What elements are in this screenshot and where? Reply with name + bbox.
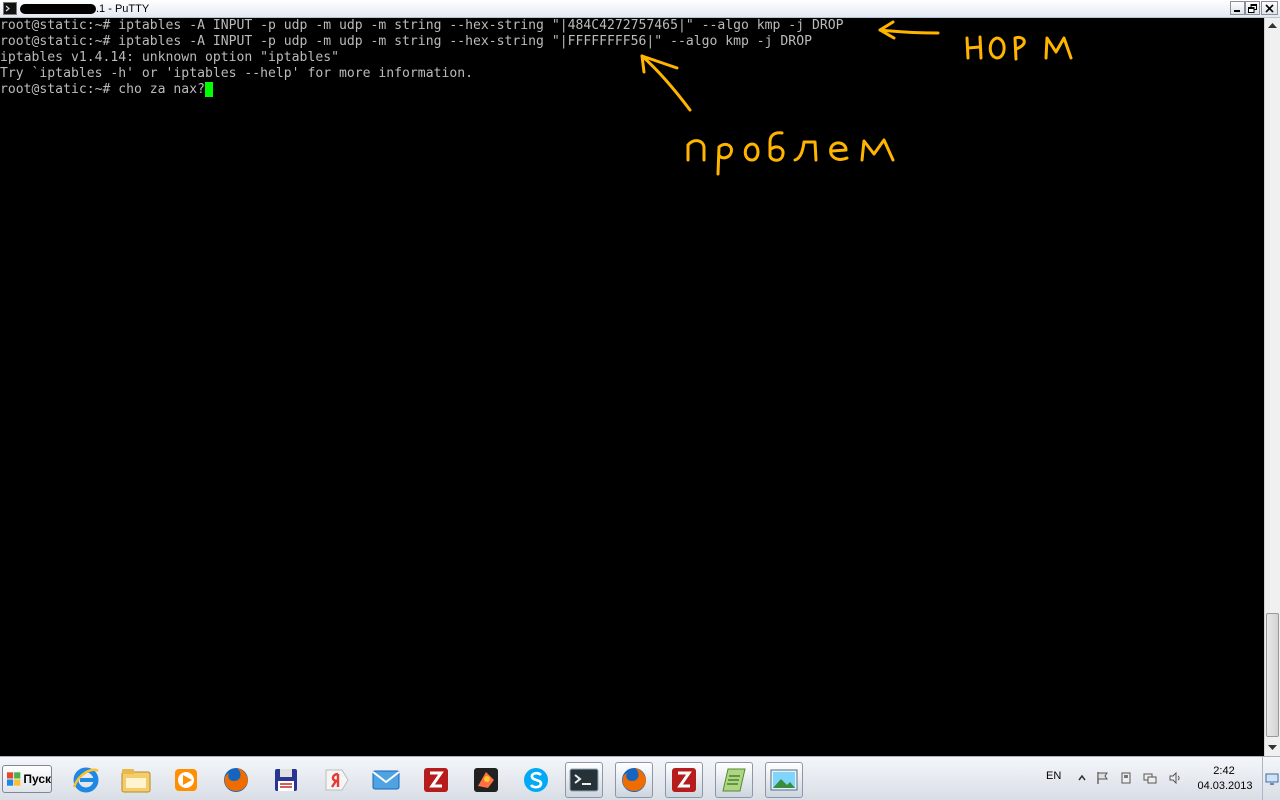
yandex-icon — [325, 769, 349, 791]
scroll-up-button[interactable] — [1265, 18, 1280, 34]
window-title: .1 - PuTTY — [96, 3, 150, 15]
taskbar-firefox-window[interactable] — [615, 762, 653, 798]
filezilla-icon — [672, 768, 696, 792]
taskbar-game-app[interactable] — [467, 762, 505, 798]
taskbar-filezilla-window[interactable] — [665, 762, 703, 798]
minimize-button[interactable] — [1230, 1, 1245, 15]
maximize-icon — [1248, 3, 1257, 13]
taskbar-mail[interactable] — [367, 762, 405, 798]
vertical-scrollbar[interactable] — [1264, 18, 1280, 756]
language-indicator[interactable]: EN — [1046, 770, 1061, 782]
terminal-prompt-line[interactable]: root@static:~# cho za nax? — [0, 82, 213, 98]
start-label: Пуск — [23, 772, 51, 786]
prompt-text: root@static:~# cho za nax? — [0, 82, 205, 97]
taskbar-media-player[interactable] — [167, 762, 205, 798]
terminal-output[interactable]: root@static:~# iptables -A INPUT -p udp … — [0, 18, 1264, 756]
notepad-icon — [722, 768, 746, 792]
file-explorer-icon — [121, 769, 151, 793]
terminal-line: Try `iptables -h' or 'iptables --help' f… — [0, 66, 473, 81]
tray-volume[interactable] — [1168, 771, 1182, 785]
scroll-down-button[interactable] — [1265, 740, 1280, 756]
minimize-icon — [1234, 9, 1240, 12]
taskbar-firefox[interactable] — [217, 762, 255, 798]
scroll-thumb[interactable] — [1266, 613, 1279, 737]
network-icon — [1143, 773, 1157, 784]
clock-time[interactable]: 2:42 — [1202, 765, 1246, 777]
skype-icon — [524, 768, 548, 792]
taskbar-skype[interactable] — [517, 762, 555, 798]
taskbar-notepad[interactable] — [715, 762, 753, 798]
terminal-line: iptables v1.4.14: unknown option "iptabl… — [0, 50, 339, 65]
show-desktop-button[interactable] — [1262, 757, 1280, 800]
monitor-icon — [1265, 773, 1278, 785]
taskbar-save-disk[interactable] — [267, 762, 305, 798]
windows-logo-icon — [6, 772, 21, 786]
tray-expand-button[interactable] — [1075, 771, 1089, 785]
taskbar-file-explorer[interactable] — [117, 762, 155, 798]
speaker-icon — [1169, 771, 1180, 785]
taskbar-terminal[interactable] — [565, 762, 603, 798]
close-icon — [1265, 3, 1274, 13]
game-app-icon — [474, 768, 498, 792]
maximize-button[interactable] — [1245, 1, 1260, 15]
taskbar-yandex[interactable] — [317, 762, 355, 798]
close-button[interactable] — [1261, 1, 1278, 15]
filezilla-icon — [424, 768, 448, 792]
media-player-icon — [175, 769, 197, 791]
taskbar-image-viewer[interactable] — [765, 762, 803, 798]
clock-date[interactable]: 04.03.2013 — [1194, 780, 1256, 792]
terminal-icon — [569, 768, 599, 792]
terminal-line: root@static:~# iptables -A INPUT -p udp … — [0, 18, 844, 33]
start-button[interactable]: Пуск — [2, 765, 52, 793]
terminal-line: root@static:~# iptables -A INPUT -p udp … — [0, 34, 812, 49]
terminal-cursor — [204, 82, 213, 97]
flag-icon — [1097, 772, 1108, 784]
image-viewer-icon — [770, 769, 798, 791]
taskbar-internet-explorer[interactable] — [67, 762, 105, 798]
window-title-bar[interactable]: .1 - PuTTY — [0, 0, 1280, 18]
usb-device-icon — [1121, 772, 1131, 784]
putty-terminal-icon[interactable] — [3, 2, 17, 15]
save-disk-icon — [275, 769, 297, 791]
firefox-icon — [224, 768, 248, 792]
mail-icon — [372, 770, 400, 790]
taskbar-filezilla[interactable] — [417, 762, 455, 798]
arrow-down-icon — [1268, 745, 1277, 750]
firefox-icon — [622, 768, 646, 792]
chevron-up-icon — [1078, 774, 1086, 781]
tray-network[interactable] — [1143, 771, 1157, 785]
tray-action-center[interactable] — [1096, 771, 1110, 785]
internet-explorer-icon — [72, 767, 99, 793]
redacted-host-mark — [20, 4, 96, 14]
tray-devices[interactable] — [1119, 771, 1133, 785]
arrow-up-icon — [1268, 23, 1277, 28]
